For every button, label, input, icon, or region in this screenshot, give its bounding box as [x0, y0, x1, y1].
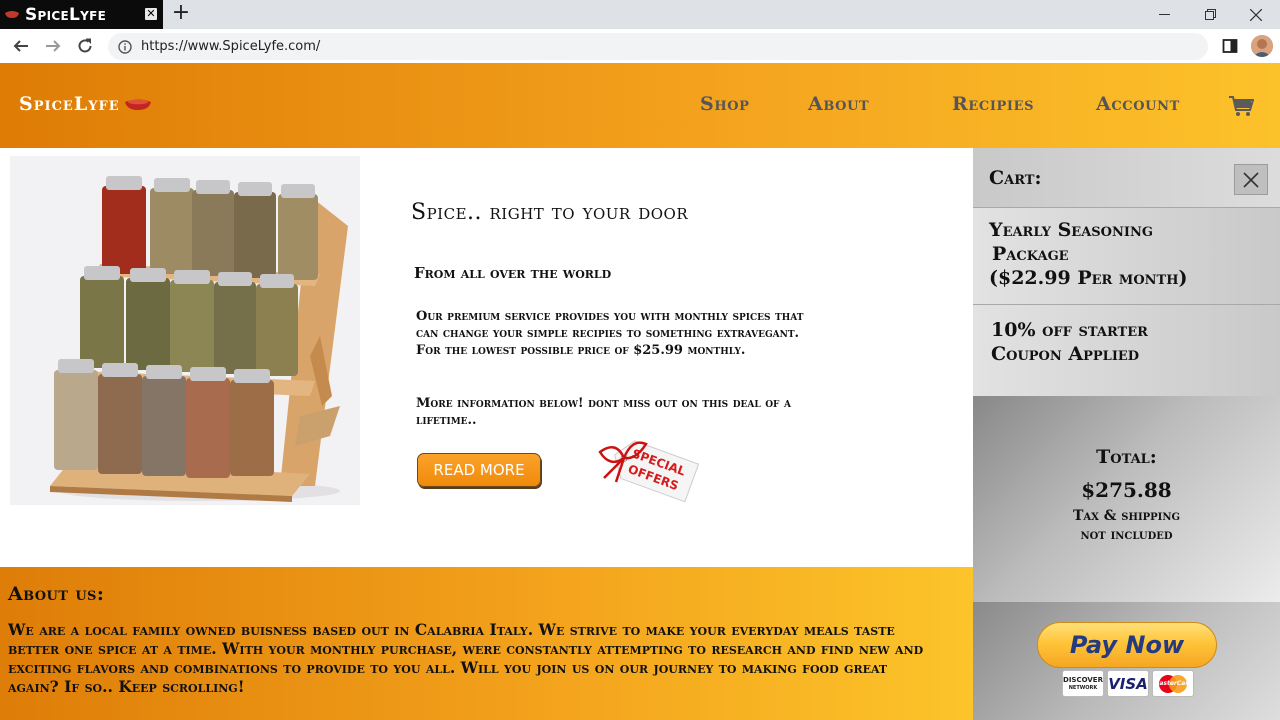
- cart-item-coupon[interactable]: 10% off starter Coupon Applied: [973, 304, 1280, 396]
- brand-logo[interactable]: SpiceLyfe: [19, 93, 152, 115]
- cart-item-line: Package: [992, 243, 1069, 265]
- site-info-icon[interactable]: [118, 39, 132, 54]
- browser-tab-bar: SpiceLyfe ✕ +: [0, 0, 1280, 29]
- url-text[interactable]: https://www.SpiceLyfe.com/: [141, 39, 320, 54]
- special-offers-tag[interactable]: SPECIAL OFFERS: [596, 430, 706, 510]
- cart-item-line: Coupon Applied: [991, 343, 1140, 365]
- tax-note-line1: Tax & shipping: [1072, 508, 1181, 524]
- side-panel-icon[interactable]: [1222, 38, 1238, 54]
- total-label: Total:: [1096, 446, 1157, 468]
- tab-close-icon[interactable]: ✕: [145, 8, 157, 20]
- about-text: We are a local family owned buisness bas…: [8, 620, 924, 696]
- cart-total-box: Total: $275.88 Tax & shipping not includ…: [973, 396, 1280, 602]
- spice-rack-image: [10, 156, 360, 505]
- cart-item-line: Yearly Seasoning: [989, 219, 1153, 241]
- new-tab-button[interactable]: +: [170, 2, 192, 25]
- discover-card-icon: DISCOVER NETWORK: [1062, 670, 1104, 697]
- accepted-cards: DISCOVER NETWORK VISA MasterCard: [1062, 670, 1194, 697]
- restore-icon[interactable]: [1187, 0, 1233, 29]
- reload-icon[interactable]: [73, 34, 97, 58]
- tax-note-line2: not included: [1080, 527, 1173, 543]
- read-more-button[interactable]: READ MORE: [417, 453, 541, 487]
- pay-now-button[interactable]: Pay Now: [1037, 622, 1217, 668]
- discover-label: DISCOVER: [1063, 675, 1103, 684]
- about-section: About us: We are a local family owned bu…: [0, 567, 974, 720]
- mastercard-card-icon: MasterCard: [1152, 670, 1194, 697]
- cart-item-line: 10% off starter: [991, 319, 1148, 341]
- about-title: About us:: [8, 583, 105, 605]
- mastercard-label: MasterCard: [1153, 680, 1193, 687]
- nav-account[interactable]: Account: [1096, 93, 1180, 115]
- hero-title: Spice.. right to your door: [411, 200, 689, 225]
- browser-toolbar: https://www.SpiceLyfe.com/: [0, 29, 1280, 63]
- cart-icon[interactable]: [1228, 95, 1254, 117]
- nav-about[interactable]: About: [808, 93, 869, 115]
- visa-card-icon: VISA: [1107, 670, 1149, 697]
- payment-box: Pay Now DISCOVER NETWORK VISA MasterCard: [973, 602, 1280, 720]
- nav-recipies[interactable]: Recipies: [952, 93, 1034, 115]
- cart-panel: Cart: Yearly Seasoning Package ($22.99 P…: [973, 148, 1280, 720]
- address-bar[interactable]: https://www.SpiceLyfe.com/: [108, 33, 1208, 60]
- brand-name: SpiceLyfe: [19, 93, 120, 115]
- hero-subtitle: From all over the world: [414, 264, 612, 282]
- site-header: SpiceLyfe Shop About Recipies Account: [0, 63, 1280, 148]
- close-icon: [1243, 171, 1259, 188]
- spice-bowl-favicon-icon: [5, 11, 19, 18]
- profile-avatar[interactable]: [1251, 35, 1273, 57]
- back-arrow-icon[interactable]: [9, 34, 33, 58]
- total-amount: $275.88: [1081, 478, 1172, 502]
- cart-title: Cart:: [989, 167, 1042, 189]
- browser-tab[interactable]: SpiceLyfe ✕: [0, 0, 163, 29]
- cart-item-seasoning-package[interactable]: Yearly Seasoning Package ($22.99 Per mon…: [973, 207, 1280, 304]
- discover-network-label: NETWORK: [1068, 684, 1098, 691]
- hero-paragraph-1: Our premium service provides you with mo…: [416, 309, 804, 358]
- forward-arrow-icon[interactable]: [41, 34, 65, 58]
- spice-bowl-icon: [124, 99, 151, 110]
- tab-title: SpiceLyfe: [25, 4, 107, 25]
- nav-shop[interactable]: Shop: [700, 93, 750, 115]
- minimize-icon[interactable]: [1141, 0, 1187, 29]
- cart-item-price: ($22.99 Per month): [989, 267, 1188, 289]
- cart-close-button[interactable]: [1234, 164, 1268, 195]
- hero-paragraph-2: More information below! dont miss out on…: [416, 396, 791, 428]
- cart-header: Cart:: [973, 148, 1280, 207]
- tax-shipping-note: Tax & shipping not included: [973, 507, 1280, 545]
- close-window-icon[interactable]: [1233, 0, 1279, 29]
